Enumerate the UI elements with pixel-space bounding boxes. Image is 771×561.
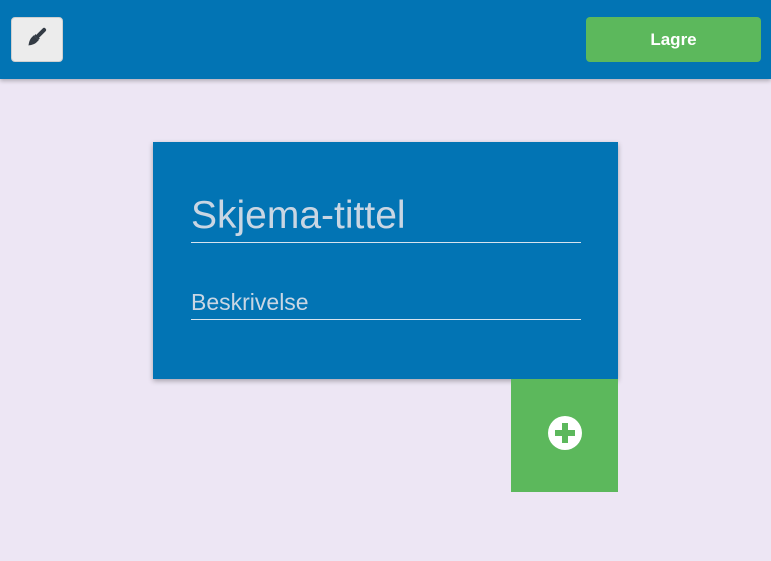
top-toolbar: Lagre — [0, 0, 771, 79]
form-title-input[interactable]: Skjema-tittel — [191, 192, 581, 243]
form-description-input[interactable]: Beskrivelse — [191, 287, 581, 320]
form-header-card: Skjema-tittel Beskrivelse — [153, 142, 618, 379]
save-button[interactable]: Lagre — [586, 17, 761, 62]
paintbrush-icon — [25, 25, 49, 54]
theme-button[interactable] — [11, 17, 63, 62]
add-question-button[interactable] — [511, 379, 618, 492]
plus-circle-icon — [547, 416, 582, 455]
